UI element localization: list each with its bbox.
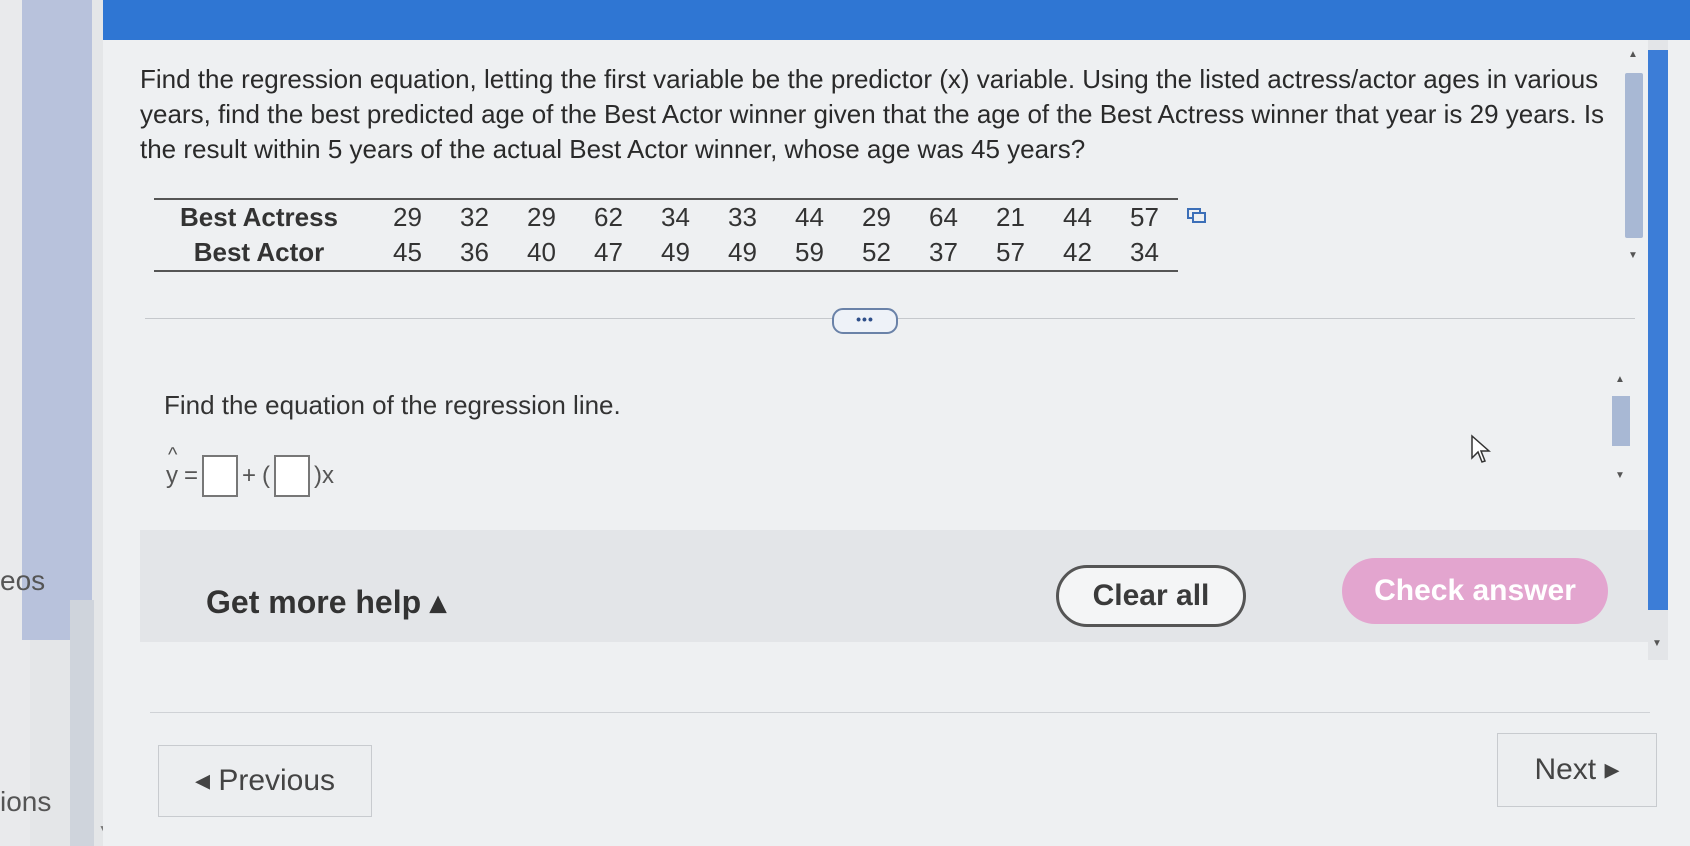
table-cell: 52 [843, 235, 910, 272]
table-cell: 36 [441, 235, 508, 272]
scroll-down-icon[interactable]: ▼ [1652, 638, 1662, 649]
equals-sign: = [184, 462, 199, 489]
table-cell: 59 [776, 235, 843, 272]
scroll-down-icon[interactable]: ▼ [1628, 250, 1638, 261]
table-cell: 37 [910, 235, 977, 272]
table-row: Best Actor 45 36 40 47 49 49 59 52 37 57… [154, 235, 1178, 272]
scrollbar-thumb[interactable] [1648, 50, 1668, 610]
mouse-cursor-icon [1471, 434, 1491, 463]
table-cell: 29 [843, 198, 910, 235]
scrollbar-thumb[interactable] [1625, 73, 1643, 238]
table-cell: 57 [1111, 198, 1178, 235]
table-cell: 33 [709, 198, 776, 235]
table-cell: 21 [977, 198, 1044, 235]
open-paren: ( [262, 462, 271, 489]
table-cell: 57 [977, 235, 1044, 272]
page-scrollbar[interactable]: ▼ [1648, 40, 1668, 660]
copy-data-icon[interactable] [1187, 208, 1207, 224]
table-cell: 34 [1111, 235, 1178, 272]
scroll-up-icon[interactable]: ▲ [1615, 374, 1625, 385]
expand-toggle-button[interactable]: ••• [832, 308, 898, 334]
row-header: Best Actress [154, 198, 374, 235]
table-cell: 34 [642, 198, 709, 235]
sidebar-lower-bar [70, 600, 94, 846]
sidebar-item-label-2[interactable]: ions [0, 786, 51, 818]
table-cell: 42 [1044, 235, 1111, 272]
clear-all-button[interactable]: Clear all [1056, 565, 1246, 627]
scrollbar-thumb[interactable] [1612, 396, 1630, 446]
table-cell: 44 [1044, 198, 1111, 235]
sidebar-item-label-1[interactable]: eos [0, 565, 45, 597]
table-cell: 49 [642, 235, 709, 272]
previous-button[interactable]: ◂ Previous [158, 745, 372, 817]
row-header: Best Actor [154, 235, 374, 272]
table-cell: 49 [709, 235, 776, 272]
scroll-up-icon[interactable]: ▲ [1628, 49, 1638, 60]
sidebar-accent-bar [22, 0, 92, 640]
table-cell: 45 [374, 235, 441, 272]
table-cell: 47 [575, 235, 642, 272]
table-cell: 62 [575, 198, 642, 235]
table-cell: 32 [441, 198, 508, 235]
get-more-help-button[interactable]: Get more help ▴ [206, 583, 446, 621]
table-cell: 40 [508, 235, 575, 272]
footer-divider [150, 712, 1650, 713]
x-suffix: )x [314, 462, 335, 489]
slope-input[interactable] [274, 455, 311, 497]
table-row: Best Actress 29 32 29 62 34 33 44 29 64 … [154, 198, 1178, 235]
table-cell: 29 [374, 198, 441, 235]
intercept-input[interactable] [202, 455, 239, 497]
y-hat-symbol: ^ y [166, 444, 178, 489]
answer-prompt: Find the equation of the regression line… [164, 390, 621, 420]
answer-scrollbar[interactable]: ▲ ▼ [1610, 370, 1632, 490]
data-table: Best Actress 29 32 29 62 34 33 44 29 64 … [154, 198, 1178, 272]
next-button[interactable]: Next ▸ [1497, 733, 1657, 807]
top-banner [103, 0, 1690, 40]
regression-equation: ^ y = + ( )x [166, 444, 335, 497]
check-answer-button[interactable]: Check answer [1342, 558, 1608, 624]
table-cell: 44 [776, 198, 843, 235]
question-scrollbar[interactable]: ▲ ▼ [1623, 45, 1645, 270]
scroll-down-icon[interactable]: ▼ [1615, 470, 1625, 481]
plus-sign: + [242, 462, 257, 489]
table-cell: 29 [508, 198, 575, 235]
question-text: Find the regression equation, letting th… [140, 64, 1605, 164]
table-cell: 64 [910, 198, 977, 235]
